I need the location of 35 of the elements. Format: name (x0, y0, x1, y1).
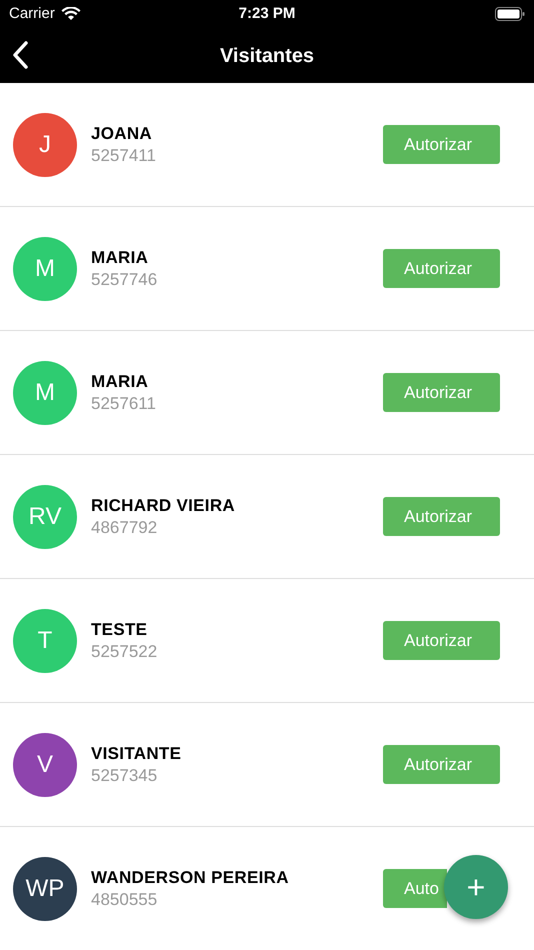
visitor-name: MARIA (91, 370, 150, 392)
visitor-number: 5257522 (91, 640, 158, 662)
wifi-icon (60, 7, 81, 21)
visitor-number: 4867792 (91, 516, 158, 538)
avatar: RV (13, 484, 77, 548)
avatar: WP (13, 856, 77, 920)
visitor-name: WANDERSON PEREIRA (91, 866, 289, 888)
avatar: V (13, 732, 77, 796)
add-button[interactable]: + (444, 855, 508, 919)
visitor-name: JOANA (91, 122, 154, 144)
visitor-number: 5257746 (91, 268, 158, 290)
visitor-number: 5257411 (91, 144, 156, 166)
screen-title: Visitantes (220, 44, 314, 68)
visitor-name: VISITANTE (91, 742, 182, 764)
authorize-button[interactable]: Auto (383, 869, 447, 908)
carrier-label: Carrier (9, 4, 55, 24)
battery-icon (495, 7, 525, 21)
authorize-button[interactable]: Autorizar (383, 745, 500, 784)
avatar: J (13, 112, 77, 176)
avatar: T (13, 608, 77, 672)
authorize-button[interactable]: Autorizar (383, 249, 500, 288)
visitor-name: TESTE (91, 618, 148, 640)
back-button[interactable] (10, 40, 30, 70)
avatar: M (13, 236, 77, 300)
clock-time: 7:23 PM (238, 4, 296, 24)
visitor-number: 5257345 (91, 764, 158, 786)
visitor-number: 5257611 (91, 392, 156, 414)
authorize-button[interactable]: Autorizar (383, 497, 500, 536)
authorize-button[interactable]: Autorizar (383, 125, 500, 164)
avatar: M (13, 360, 77, 424)
authorize-button[interactable]: Autorizar (383, 621, 500, 660)
visitor-name: MARIA (91, 246, 150, 268)
visitor-name: RICHARD VIEIRA (91, 494, 235, 516)
authorize-button[interactable]: Autorizar (383, 373, 500, 412)
visitor-number: 4850555 (91, 888, 158, 910)
